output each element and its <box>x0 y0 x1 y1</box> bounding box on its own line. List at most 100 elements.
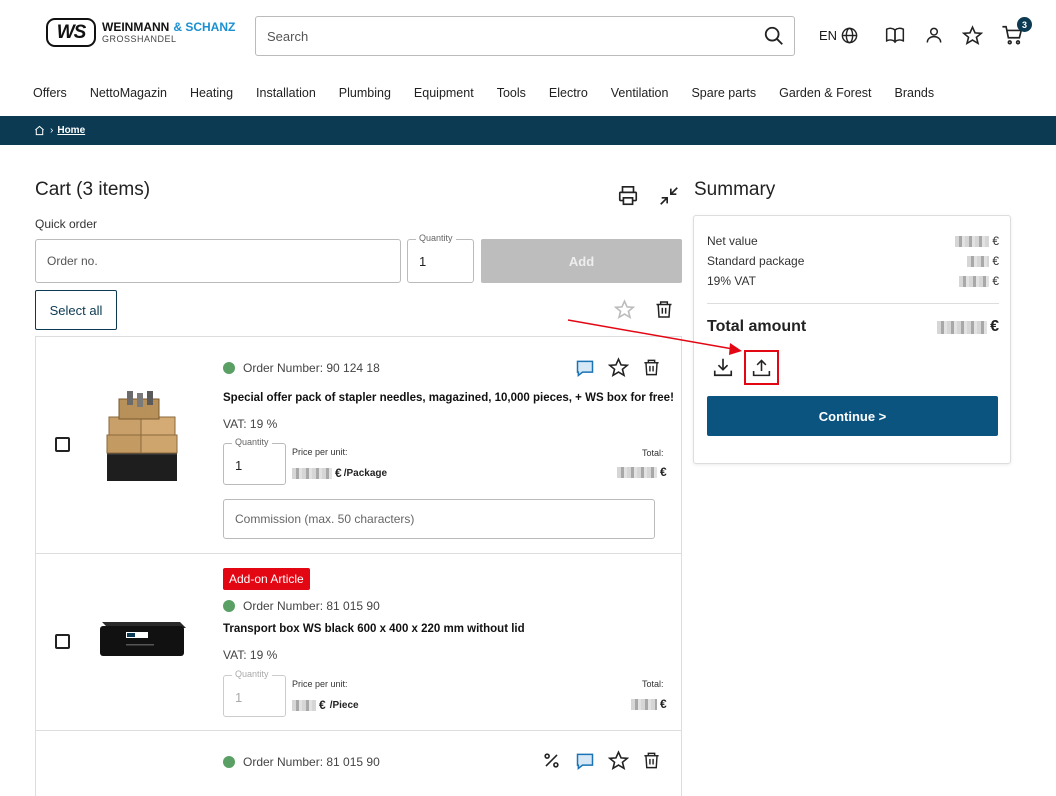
globe-icon <box>841 27 858 43</box>
redacted-total <box>631 698 657 710</box>
logo-subtitle: GROSSHANDEL <box>102 34 177 44</box>
item-quantity-input[interactable]: Quantity 1 <box>223 437 286 485</box>
quick-order-label: Quick order <box>35 217 98 231</box>
quantity-label: Quantity <box>232 669 272 679</box>
select-all-button[interactable]: Select all <box>35 290 117 330</box>
company-logo[interactable]: WS WEINMANN & SCHANZ GROSSHANDEL <box>46 18 235 47</box>
availability-status-dot <box>223 600 235 612</box>
order-number-input[interactable]: Order no. <box>35 239 401 283</box>
download-icon[interactable] <box>712 356 734 383</box>
price-currency: € <box>319 698 326 712</box>
standard-package-currency: € <box>992 254 999 268</box>
nav-item-ventilation[interactable]: Ventilation <box>611 86 669 100</box>
vat-rate: VAT: 19 % <box>223 648 278 662</box>
price-per-unit-label: Price per unit: <box>292 679 348 689</box>
total-value: € <box>631 697 667 711</box>
total-label: Total: <box>642 448 664 458</box>
cart-icon[interactable]: 3 <box>1001 17 1032 48</box>
vat-label: 19% VAT <box>707 274 756 288</box>
total-amount-row: Total amount € <box>707 318 999 336</box>
redacted-net-value <box>955 235 990 247</box>
total-currency: € <box>660 465 667 479</box>
favorites-star-icon[interactable] <box>962 22 983 48</box>
redacted-total <box>617 466 657 478</box>
item-checkbox[interactable] <box>55 634 70 649</box>
redacted-vat <box>959 275 990 287</box>
search-icon[interactable] <box>754 17 794 55</box>
favorite-star-icon[interactable] <box>607 750 630 776</box>
comment-icon[interactable] <box>575 358 595 383</box>
availability-status-dot <box>223 362 235 374</box>
redacted-price <box>292 699 316 711</box>
item-checkbox[interactable] <box>55 437 70 452</box>
nav-item-plumbing[interactable]: Plumbing <box>339 86 391 100</box>
net-value-currency: € <box>992 234 999 248</box>
nav-item-installation[interactable]: Installation <box>256 86 316 100</box>
breadcrumb-separator-icon: › <box>50 125 54 136</box>
nav-item-electro[interactable]: Electro <box>549 86 588 100</box>
search-input[interactable] <box>256 17 754 55</box>
vat-rate: VAT: 19 % <box>223 417 278 431</box>
language-code: EN <box>818 27 838 43</box>
product-name[interactable]: Special offer pack of stapler needles, m… <box>223 392 674 404</box>
add-button[interactable]: Add <box>481 239 682 283</box>
nav-item-garden-forest[interactable]: Garden & Forest <box>779 86 871 100</box>
catalog-icon[interactable] <box>884 22 906 48</box>
quick-order-quantity-input[interactable]: Quantity 1 <box>407 233 474 283</box>
favorite-star-icon[interactable] <box>607 357 630 383</box>
nav-item-nettomagazin[interactable]: NettoMagazin <box>90 86 167 100</box>
quantity-value: 1 <box>235 690 243 705</box>
page-title: Cart (3 items) <box>35 179 151 200</box>
commission-input[interactable]: Commission (max. 50 characters) <box>223 499 655 539</box>
standard-package-row: Standard package € <box>707 254 999 268</box>
price-per-unit-label: Price per unit: <box>292 447 348 457</box>
cart-item-list: Order Number: 90 124 18 Special offer pa… <box>35 336 682 796</box>
comment-icon[interactable] <box>575 751 595 776</box>
cart-item: Order Number: 90 124 18 Special offer pa… <box>36 337 681 554</box>
item-quantity-input: Quantity 1 <box>223 669 286 717</box>
bulk-favorite-star-icon[interactable] <box>613 299 636 325</box>
collapse-icon[interactable] <box>658 185 680 212</box>
nav-item-offers[interactable]: Offers <box>33 86 67 100</box>
upload-icon[interactable] <box>744 350 779 385</box>
bulk-delete-trash-icon[interactable] <box>654 299 674 325</box>
main-navigation: Offers NettoMagazin Heating Installation… <box>33 86 957 100</box>
price-unit: /Package <box>343 467 388 479</box>
nav-item-brands[interactable]: Brands <box>895 86 935 100</box>
breadcrumb-home-link[interactable]: Home <box>57 125 85 136</box>
nav-item-tools[interactable]: Tools <box>497 86 526 100</box>
quantity-label: Quantity <box>232 437 272 447</box>
total-currency: € <box>660 697 667 711</box>
delete-trash-icon[interactable] <box>642 357 661 383</box>
account-icon[interactable] <box>924 22 944 48</box>
header-actions: EN 3 <box>818 17 1038 48</box>
site-header: WS WEINMANN& SCHANZ GROSSHANDEL EN 3 <box>0 0 1056 116</box>
price-currency: € <box>335 466 342 480</box>
print-icon[interactable] <box>617 185 639 212</box>
discount-percent-icon[interactable] <box>542 751 561 775</box>
continue-button[interactable]: Continue > <box>707 396 998 436</box>
price-per-unit-value: € /Piece <box>292 698 359 712</box>
home-icon[interactable] <box>34 125 45 136</box>
net-value-row: Net value € <box>707 234 999 248</box>
quantity-label: Quantity <box>416 233 456 243</box>
nav-item-equipment[interactable]: Equipment <box>414 86 474 100</box>
total-label: Total: <box>642 679 664 689</box>
total-amount-currency: € <box>990 318 999 335</box>
product-name[interactable]: Transport box WS black 600 x 400 x 220 m… <box>223 623 525 635</box>
quantity-value: 1 <box>235 458 243 473</box>
cart-item: Order Number: 81 015 90 <box>36 731 681 791</box>
nav-item-spare-parts[interactable]: Spare parts <box>691 86 756 100</box>
total-amount-label: Total amount <box>707 318 807 335</box>
vat-row: 19% VAT € <box>707 274 999 288</box>
summary-panel: Net value € Standard package € 19% VAT €… <box>693 215 1011 464</box>
product-image-stapler-pack <box>106 391 178 481</box>
availability-status-dot <box>223 756 235 768</box>
delete-trash-icon[interactable] <box>642 750 661 776</box>
nav-item-heating[interactable]: Heating <box>190 86 233 100</box>
logo-name: WEINMANN <box>102 20 170 34</box>
summary-divider <box>707 303 999 304</box>
price-per-unit-value: € /Package <box>292 466 387 480</box>
language-switcher[interactable]: EN <box>818 22 860 48</box>
order-number: Order Number: 90 124 18 <box>243 361 380 375</box>
